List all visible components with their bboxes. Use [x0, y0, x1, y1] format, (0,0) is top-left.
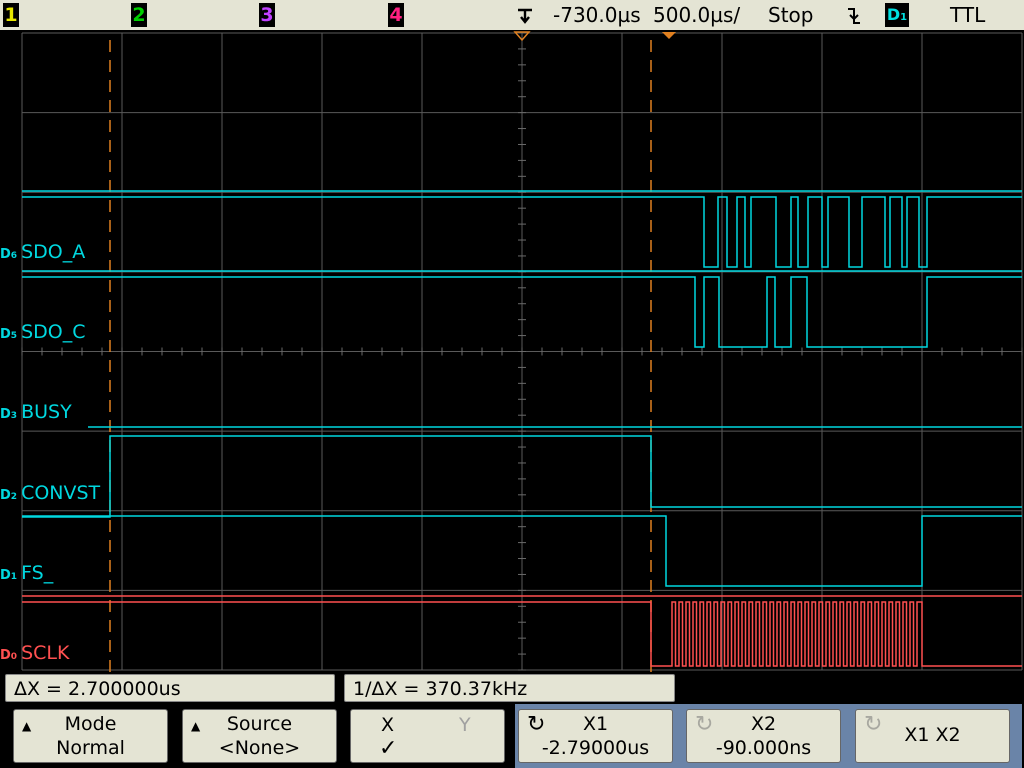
x1-cursor-softkey[interactable]: ↻ X1 -2.79000us — [518, 709, 673, 763]
rotate-knob-icon: ↻ — [864, 712, 883, 737]
channel-label-d2: D2 CONVST — [0, 482, 101, 504]
trigger-source: D1 — [885, 3, 909, 27]
delay-reference-icon — [518, 8, 532, 24]
rotate-knob-icon: ↻ — [527, 712, 546, 737]
channel-2-indicator[interactable]: 2 — [131, 3, 147, 27]
status-bar: 1 2 3 4 -730.0µs 500.0µs/ Stop D1 TTL — [0, 0, 1024, 30]
rotate-knob-icon: ↻ — [695, 712, 714, 737]
falling-edge-trigger-icon — [848, 8, 860, 24]
xy-softkey[interactable]: X Y ✓ — [350, 709, 505, 763]
channel-3-indicator[interactable]: 3 — [259, 3, 275, 27]
horizontal-delay: -730.0µs — [553, 3, 641, 27]
waveform-canvas — [21, 31, 1023, 672]
delta-x-readout: ΔX = 2.700000us — [5, 674, 335, 702]
menu-arrow-icon: ▲ — [191, 719, 201, 733]
channel-label-d5: D5 SDO_C — [0, 321, 86, 343]
graticule — [21, 32, 1023, 671]
check-icon: ✓ — [379, 736, 398, 761]
run-state: Stop — [768, 3, 814, 27]
x1-x2-cursor-softkey[interactable]: ↻ X1 X2 — [855, 709, 1010, 763]
menu-arrow-icon: ▲ — [22, 719, 32, 733]
channel-label-d3: D3 BUSY — [0, 401, 72, 423]
x2-cursor-softkey[interactable]: ↻ X2 -90.000ns — [686, 709, 841, 763]
channel-label-d1: D1 FS_ — [0, 562, 54, 584]
trigger-level: TTL — [950, 3, 986, 27]
channel-4-indicator[interactable]: 4 — [388, 3, 404, 27]
mode-softkey[interactable]: ▲ Mode Normal — [13, 709, 168, 763]
inverse-delta-x-readout: 1/ΔX = 370.37kHz — [344, 674, 675, 702]
source-softkey[interactable]: ▲ Source <None> — [182, 709, 337, 763]
channel-label-d6: D6 SDO_A — [0, 241, 86, 263]
waveform-display: D6 SDO_A D5 SDO_C D3 BUSY D2 CONVST D1 FS_ D0… — [0, 30, 1024, 672]
channel-label-d0: D0 SCLK — [0, 642, 70, 664]
channel-1-indicator[interactable]: 1 — [3, 3, 19, 27]
timebase: 500.0µs/ — [653, 3, 741, 27]
